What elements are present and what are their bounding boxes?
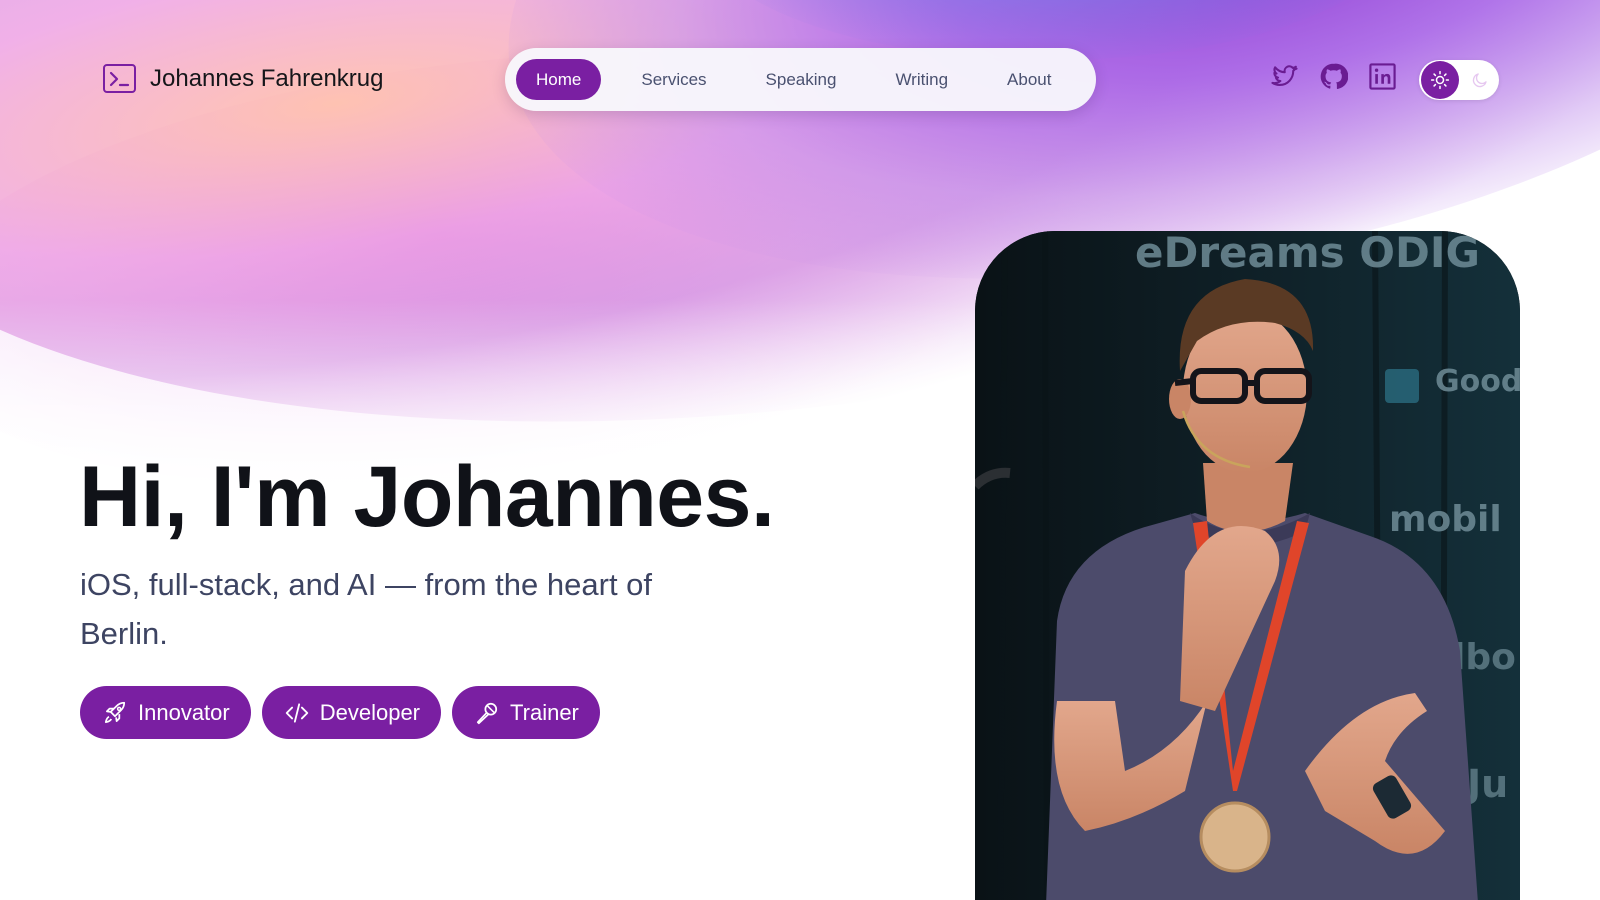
terminal-icon [103, 64, 136, 93]
nav-item-home[interactable]: Home [516, 59, 602, 100]
main-nav: Home Services Speaking Writing About [505, 48, 1096, 111]
nav-item-about[interactable]: About [987, 59, 1071, 100]
microphone-icon [476, 702, 498, 724]
backdrop-word: lbo [1453, 637, 1516, 678]
twitter-icon[interactable] [1270, 62, 1299, 91]
backdrop-word: Good [1435, 364, 1520, 399]
github-icon[interactable] [1319, 62, 1349, 91]
pill-innovator: Innovator [80, 686, 251, 739]
brand-name: Johannes Fahrenkrug [150, 64, 384, 92]
nav-item-speaking[interactable]: Speaking [746, 59, 857, 100]
social-links [1270, 62, 1397, 91]
nav-item-services[interactable]: Services [621, 59, 726, 100]
backdrop-word: Ju [1464, 762, 1508, 806]
pill-label: Innovator [138, 699, 230, 725]
code-icon [285, 702, 308, 723]
rocket-icon [104, 701, 126, 723]
theme-toggle[interactable] [1419, 60, 1499, 100]
moon-icon [1471, 71, 1489, 89]
backdrop-word: mobil [1389, 499, 1502, 540]
pill-label: Trainer [510, 699, 579, 725]
role-pills: Innovator Developer Trainer [80, 686, 600, 739]
sun-icon [1421, 61, 1459, 99]
brand-home-link[interactable]: Johannes Fahrenkrug [103, 64, 383, 93]
pill-trainer: Trainer [452, 686, 600, 739]
nav-item-writing[interactable]: Writing [875, 59, 968, 100]
hero-title: Hi, I'm Johannes. [79, 449, 775, 545]
linkedin-icon[interactable] [1368, 62, 1397, 91]
pill-developer: Developer [261, 686, 442, 739]
speaker-photo: eDreams ODIG Good mobil lbo Ju [975, 231, 1520, 900]
pill-label: Developer [319, 699, 421, 725]
hero-subtitle: iOS, full-stack, and AI — from the heart… [80, 567, 653, 651]
backdrop-word: eDreams ODIG [1135, 231, 1480, 277]
